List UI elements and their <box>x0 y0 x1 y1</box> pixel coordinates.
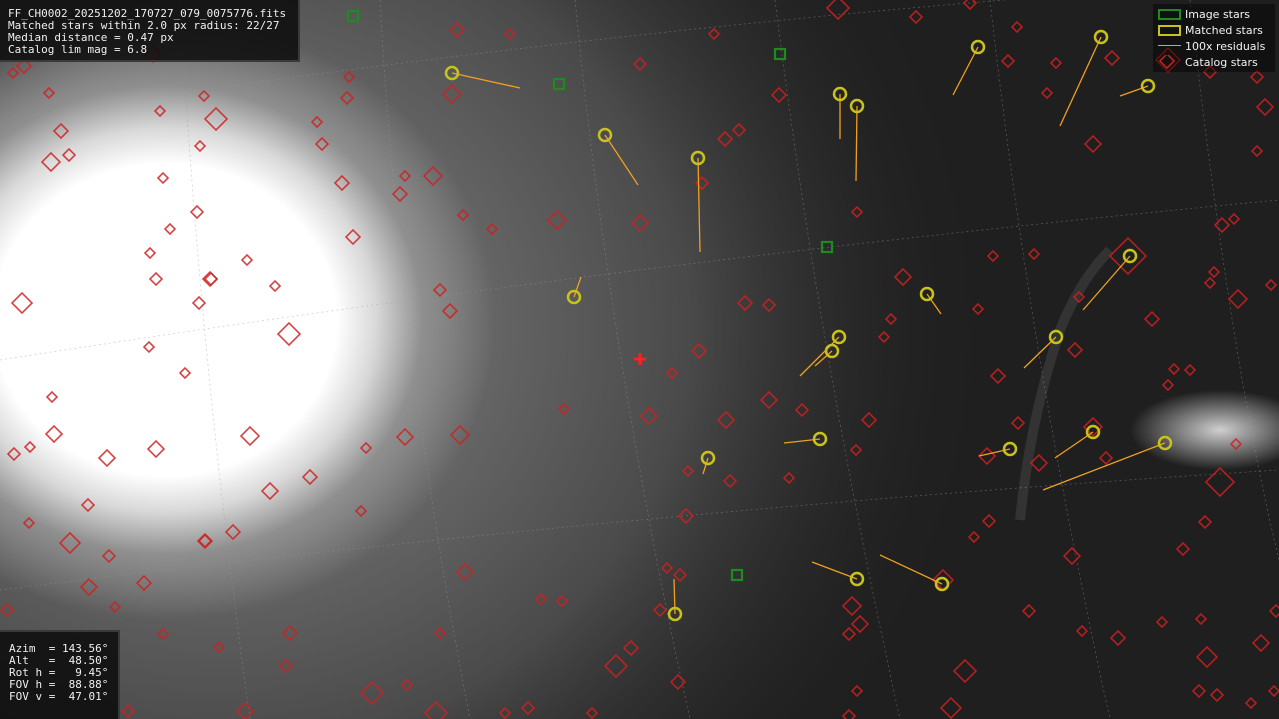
legend-residuals-label: 100x residuals <box>1185 39 1266 53</box>
catalog-limit-text: Catalog lim mag = 6.8 <box>8 43 148 56</box>
matched-star-square-icon <box>1153 23 1183 37</box>
legend-image-stars-label: Image stars <box>1185 7 1250 21</box>
legend: Image stars Matched stars 100x residuals… <box>1153 4 1275 72</box>
legend-catalog-stars: Catalog stars <box>1153 55 1258 69</box>
image-star-square-icon <box>1153 7 1183 21</box>
legend-image-stars: Image stars <box>1153 7 1250 21</box>
residual-line-icon <box>1153 39 1183 53</box>
pointing-info-panel: Azim = 143.56° Alt = 48.50° Rot h = 9.45… <box>0 630 120 719</box>
moon-glow <box>0 0 600 719</box>
star-field-image <box>0 0 1279 719</box>
legend-residuals: 100x residuals <box>1153 39 1265 53</box>
legend-catalog-stars-label: Catalog stars <box>1185 55 1258 69</box>
legend-matched-stars: Matched stars <box>1153 23 1263 37</box>
legend-matched-stars-label: Matched stars <box>1185 23 1263 37</box>
fov-vertical-text: FOV v = 47.01° <box>9 690 109 703</box>
fit-info-panel: FF_CH0002_20251202_170727_079_0075776.fi… <box>0 0 300 62</box>
catalog-star-diamond-icon <box>1153 55 1183 69</box>
